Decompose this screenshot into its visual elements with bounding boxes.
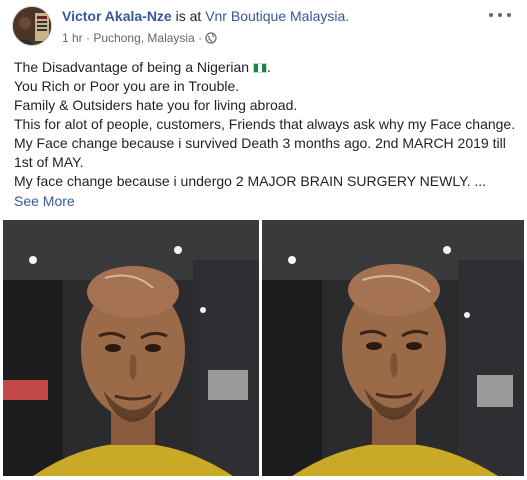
author-name[interactable]: Victor Akala-Nze [62, 8, 172, 24]
place-link[interactable]: Vnr Boutique Malaysia. [205, 8, 349, 24]
post-line: My face change because i undergo 2 MAJOR… [14, 173, 487, 189]
post-line: Family & Outsiders hate you for living a… [14, 97, 298, 113]
post-line: The Disadvantage of being a Nigerian. [14, 59, 271, 75]
post-photo-1[interactable] [3, 220, 259, 476]
post-line: You Rich or Poor you are in Trouble. [14, 78, 240, 94]
post-time[interactable]: 1 hr [62, 31, 83, 45]
post-meta: 1 hr · Puchong, Malaysia · [62, 31, 218, 47]
nigeria-flag-icon [253, 63, 268, 74]
post-text: The Disadvantage of being a Nigerian. Yo… [14, 58, 519, 211]
see-more-link[interactable]: See More [14, 192, 519, 211]
post-header: Victor Akala-Nze is at Vnr Boutique Mala… [0, 0, 527, 56]
post-line: This for alot of people, customers, Frie… [14, 116, 516, 170]
author-line: Victor Akala-Nze is at Vnr Boutique Mala… [62, 8, 349, 24]
separator-dot: · [198, 31, 206, 45]
more-options-icon[interactable] [489, 8, 511, 22]
post-location[interactable]: Puchong, Malaysia [93, 31, 194, 45]
is-at-text: is at [175, 8, 202, 24]
avatar[interactable] [12, 6, 52, 46]
post-photo-2[interactable] [262, 220, 524, 476]
globe-icon[interactable] [205, 32, 218, 47]
